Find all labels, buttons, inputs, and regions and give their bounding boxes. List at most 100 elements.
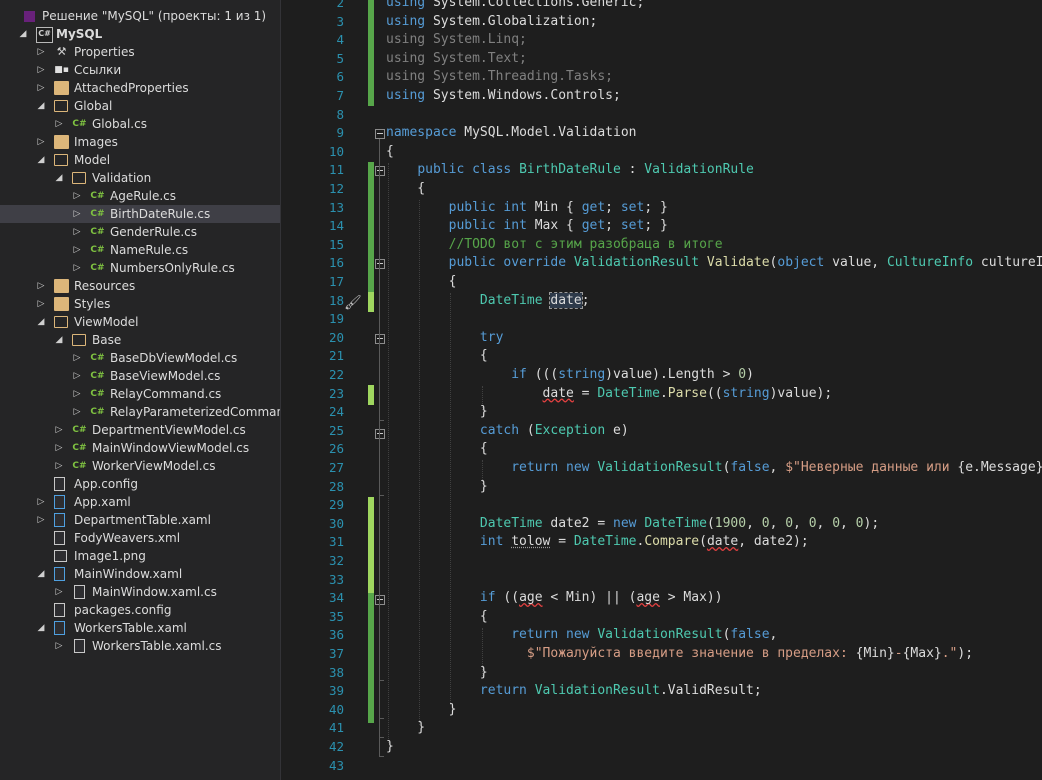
collapsed-arrow-icon[interactable]: ▷	[72, 187, 82, 205]
collapsed-arrow-icon[interactable]: ▷	[72, 403, 82, 421]
collapsed-arrow-icon[interactable]: ▷	[36, 61, 46, 79]
tree-item[interactable]: ▷ C# MainWindowViewModel.cs	[0, 439, 280, 457]
collapsed-arrow-icon[interactable]: ▷	[54, 583, 64, 601]
tree-item[interactable]: ▷ C# BirthDateRule.cs	[0, 205, 280, 223]
tree-item[interactable]: ▷ C# NameRule.cs	[0, 241, 280, 259]
expanded-arrow-icon[interactable]: ◢	[18, 25, 28, 43]
collapsed-arrow-icon[interactable]: ▷	[36, 43, 46, 61]
collapsed-arrow-icon[interactable]: ▷	[54, 457, 64, 475]
code-line[interactable]: namespace MySQL.Model.Validation	[386, 124, 636, 143]
code-line[interactable]: public class BirthDateRule : ValidationR…	[386, 161, 754, 180]
code-line[interactable]: return ValidationResult.ValidResult;	[386, 682, 762, 701]
collapsed-arrow-icon[interactable]: ▷	[54, 439, 64, 457]
tree-item[interactable]: App.config	[0, 475, 280, 493]
tree-item[interactable]: Image1.png	[0, 547, 280, 565]
tree-item[interactable]: ▷ C# WorkerViewModel.cs	[0, 457, 280, 475]
tree-item[interactable]: ◢ Base	[0, 331, 280, 349]
code-line[interactable]: public int Min { get; set; }	[386, 199, 668, 218]
code-line[interactable]: if ((age < Min) || (age > Max))	[386, 589, 723, 608]
tree-item[interactable]: ▷ AttachedProperties	[0, 79, 280, 97]
tree-item[interactable]: ▷ MainWindow.xaml.cs	[0, 583, 280, 601]
code-line[interactable]: {	[386, 347, 488, 366]
code-line[interactable]: {	[386, 440, 488, 459]
code-line[interactable]: }	[386, 478, 488, 497]
expanded-arrow-icon[interactable]: ◢	[54, 331, 64, 349]
tree-item[interactable]: ▷ Resources	[0, 277, 280, 295]
collapsed-arrow-icon[interactable]: ▷	[36, 79, 46, 97]
tree-item[interactable]: ◢ C# MySQL	[0, 25, 280, 43]
code-line[interactable]: using System.Collections.Generic;	[386, 0, 644, 13]
expanded-arrow-icon[interactable]: ◢	[36, 619, 46, 637]
tree-item[interactable]: FodyWeavers.xml	[0, 529, 280, 547]
code-editor[interactable]: using System.Collections.Generic; using S…	[384, 0, 1042, 780]
tree-item[interactable]: ◢ Model	[0, 151, 280, 169]
expanded-arrow-icon[interactable]: ◢	[36, 97, 46, 115]
collapsed-arrow-icon[interactable]: ▷	[72, 241, 82, 259]
code-line[interactable]: }	[386, 403, 488, 422]
code-line[interactable]: }	[386, 701, 457, 720]
tree-item[interactable]: ▷ C# DepartmentViewModel.cs	[0, 421, 280, 439]
code-line[interactable]: $"Пожалуйста введите значение в пределах…	[386, 645, 973, 664]
code-line[interactable]: date = DateTime.Parse((string)value);	[386, 385, 833, 404]
tree-item[interactable]: ▷ Styles	[0, 295, 280, 313]
collapsed-arrow-icon[interactable]: ▷	[72, 223, 82, 241]
tree-item[interactable]: ▷ C# GenderRule.cs	[0, 223, 280, 241]
expanded-arrow-icon[interactable]: ◢	[36, 313, 46, 331]
tree-item[interactable]: ▷ C# RelayParameterizedCommand.	[0, 403, 280, 421]
tree-item[interactable]: ▷ C# RelayCommand.cs	[0, 385, 280, 403]
tree-item[interactable]: ▷ ■▪ Ссылки	[0, 61, 280, 79]
collapsed-arrow-icon[interactable]: ▷	[72, 205, 82, 223]
expanded-arrow-icon[interactable]: ◢	[36, 565, 46, 583]
tree-item[interactable]: ◢ Validation	[0, 169, 280, 187]
collapsed-arrow-icon[interactable]: ▷	[36, 493, 46, 511]
code-line[interactable]: {	[386, 143, 394, 162]
tree-item[interactable]: ▷ ⚒ Properties	[0, 43, 280, 61]
tree-item[interactable]: ◢ WorkersTable.xaml	[0, 619, 280, 637]
tree-item[interactable]: packages.config	[0, 601, 280, 619]
tree-item[interactable]: ◢ MainWindow.xaml	[0, 565, 280, 583]
collapsed-arrow-icon[interactable]: ▷	[72, 367, 82, 385]
collapsed-arrow-icon[interactable]: ▷	[36, 511, 46, 529]
expanded-arrow-icon[interactable]: ◢	[36, 151, 46, 169]
collapsed-arrow-icon[interactable]: ▷	[72, 385, 82, 403]
tree-item[interactable]: ▷ C# AgeRule.cs	[0, 187, 280, 205]
tree-item[interactable]: ◢ ViewModel	[0, 313, 280, 331]
code-line[interactable]: int tolow = DateTime.Compare(date, date2…	[386, 533, 809, 552]
code-line[interactable]: DateTime date;	[386, 291, 590, 311]
expanded-arrow-icon[interactable]: ◢	[54, 169, 64, 187]
code-line[interactable]: }	[386, 738, 394, 757]
collapsed-arrow-icon[interactable]: ▷	[72, 349, 82, 367]
code-line[interactable]: return new ValidationResult(false, $"Нев…	[386, 459, 1042, 478]
code-line[interactable]: {	[386, 180, 425, 199]
code-line[interactable]: using System.Windows.Controls;	[386, 87, 621, 106]
quick-actions-brush-icon[interactable]: 🖌	[344, 294, 362, 312]
code-line[interactable]: try	[386, 329, 503, 348]
collapsed-arrow-icon[interactable]: ▷	[54, 637, 64, 655]
code-line[interactable]: using System.Linq;	[386, 31, 527, 50]
panel-splitter[interactable]	[280, 0, 306, 780]
tree-item[interactable]: ▷ DepartmentTable.xaml	[0, 511, 280, 529]
collapsed-arrow-icon[interactable]: ▷	[36, 133, 46, 151]
tree-item[interactable]: ▷ C# BaseDbViewModel.cs	[0, 349, 280, 367]
code-line[interactable]: catch (Exception e)	[386, 422, 629, 441]
code-line[interactable]: }	[386, 719, 425, 738]
tree-item[interactable]: ▷ C# NumbersOnlyRule.cs	[0, 259, 280, 277]
code-line[interactable]: public override ValidationResult Validat…	[386, 254, 1042, 273]
code-line[interactable]: return new ValidationResult(false,	[386, 626, 777, 645]
collapsed-arrow-icon[interactable]: ▷	[36, 277, 46, 295]
tree-item[interactable]: ▷ C# BaseViewModel.cs	[0, 367, 280, 385]
collapsed-arrow-icon[interactable]: ▷	[72, 259, 82, 277]
code-line[interactable]: if (((string)value).Length > 0)	[386, 366, 754, 385]
collapsed-arrow-icon[interactable]: ▷	[54, 421, 64, 439]
code-line[interactable]: using System.Threading.Tasks;	[386, 68, 613, 87]
code-line[interactable]: }	[386, 664, 488, 683]
tree-item[interactable]: ▷ WorkersTable.xaml.cs	[0, 637, 280, 655]
code-line[interactable]: public int Max { get; set; }	[386, 217, 668, 236]
code-line[interactable]: {	[386, 273, 457, 292]
tree-item[interactable]: ▷ App.xaml	[0, 493, 280, 511]
code-line[interactable]: using System.Text;	[386, 50, 527, 69]
tree-item[interactable]: ◢ Global	[0, 97, 280, 115]
tree-item[interactable]: ▷ C# Global.cs	[0, 115, 280, 133]
code-line[interactable]: {	[386, 608, 488, 627]
code-line[interactable]: //TODO вот с этим разобраца в итоге	[386, 236, 723, 255]
